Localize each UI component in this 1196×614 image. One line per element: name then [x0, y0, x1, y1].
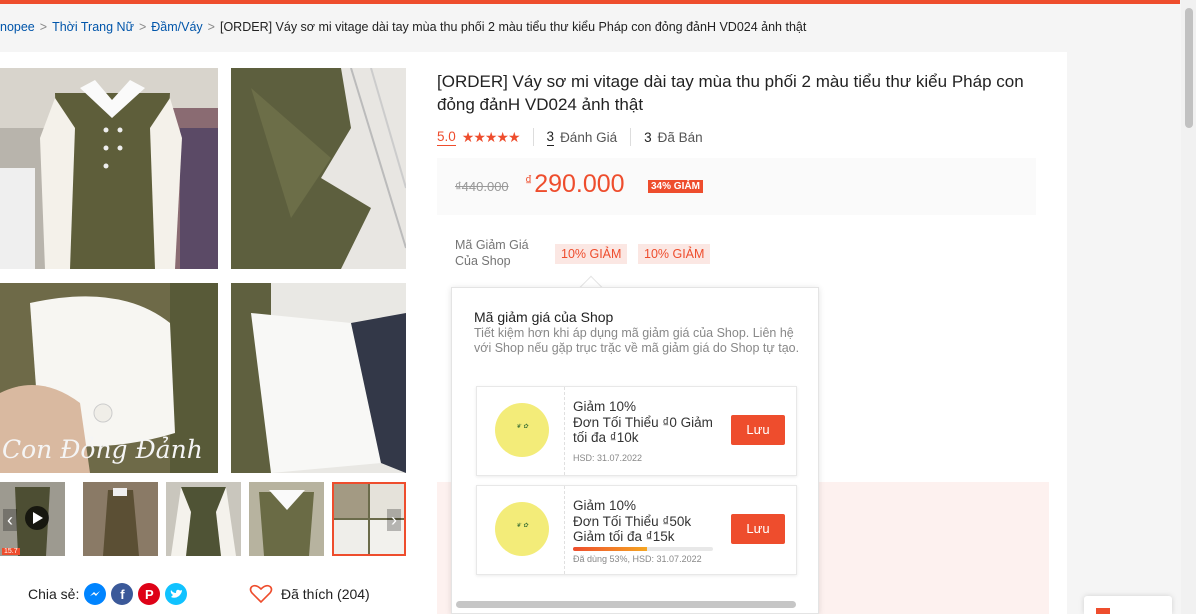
shop-voucher-label: Mã Giảm Giá Của Shop [455, 238, 529, 268]
star-rating-icon: ★★★★★ [461, 128, 521, 145]
watermark-text: Con Đỏng Đảnh [2, 435, 203, 464]
liked-count: Đã thích (204) [281, 586, 370, 602]
breadcrumb-link-home[interactable]: nopee [0, 20, 35, 34]
divider [532, 128, 534, 146]
voucher-expiry: Đã dùng 53%, HSD: 31.07.2022 [573, 554, 702, 564]
chevron-left-icon[interactable]: ‹ [3, 509, 17, 531]
product-photo-2[interactable] [231, 68, 406, 269]
page-scrollbar-thumb[interactable] [1185, 8, 1193, 128]
currency-symbol: ₫ [525, 172, 533, 188]
reviews-count[interactable]: 3 [546, 129, 555, 146]
breadcrumb-link-women-fashion[interactable]: Thời Trang Nữ [52, 20, 134, 34]
product-title: [ORDER] Váy sơ mi vitage dài tay mùa thu… [437, 72, 1024, 114]
share-row: Chia sẻ: f P [28, 583, 188, 605]
chevron-right-icon[interactable]: › [387, 509, 401, 531]
voucher-condition: Đơn Tối Thiểu ₫50k Giảm tối đa ₫15k [573, 514, 692, 544]
rating-score[interactable]: 5.0 [437, 129, 456, 146]
save-voucher-button[interactable]: Lưu [731, 415, 785, 445]
voucher-card-left: ❦ ✿ [477, 387, 565, 475]
twitter-icon[interactable] [165, 583, 188, 605]
top-accent-bar [0, 0, 1180, 4]
reviews-label: Đánh Giá [560, 129, 618, 145]
save-voucher-button[interactable]: Lưu [731, 514, 785, 544]
sale-price-value: 290.000 [534, 170, 625, 198]
breadcrumb: nopee > Thời Trang Nữ > Đầm/Váy > [ORDER] Váy … [0, 20, 806, 38]
voucher-tag-1[interactable]: 10% GIẢM [555, 244, 628, 264]
sold-count: 3 [644, 129, 652, 145]
voucher-usage-bar [573, 547, 713, 551]
voucher-usage-fill [573, 547, 648, 551]
popup-title: Mã giảm giá của Shop [474, 309, 614, 325]
original-price: ₫440.000 [455, 179, 509, 194]
like-button[interactable]: Đã thích (204) [249, 584, 370, 604]
pinterest-icon[interactable]: P [138, 583, 161, 605]
sale-price: ₫290.000 [525, 170, 625, 199]
product-thumb-3[interactable] [166, 482, 241, 556]
breadcrumb-separator: > [207, 20, 215, 34]
breadcrumb-separator: > [39, 20, 48, 34]
voucher-title: Giảm 10% [573, 498, 637, 513]
voucher-condition: Đơn Tối Thiểu ₫0 Giảm tối đa ₫10k [573, 415, 713, 445]
product-thumb-2[interactable] [83, 482, 158, 556]
thumb-badge: 15.7 [2, 548, 20, 555]
voucher-title: Giảm 10% [573, 399, 637, 414]
shop-logo: ❦ ✿ [495, 403, 549, 457]
popup-description: Tiết kiệm hơn khi áp dụng mã giảm giá củ… [474, 326, 800, 355]
heart-icon [249, 584, 273, 604]
price-box: ₫440.000 ₫290.000 34% GIẢM [437, 158, 1036, 215]
voucher-expiry: HSD: 31.07.2022 [573, 453, 643, 463]
voucher-card: ❦ ✿ Giảm 10% Đơn Tối Thiểu ₫0 Giảm tối đ… [476, 386, 797, 476]
share-label: Chia sẻ: [28, 586, 80, 602]
shop-voucher-popup: Mã giảm giá của Shop Tiết kiệm hơn khi á… [451, 287, 819, 614]
product-photo-4[interactable] [231, 283, 406, 473]
breadcrumb-current: [ORDER] Váy sơ mi vitage dài tay mùa thu… [219, 20, 807, 34]
messenger-icon[interactable] [84, 583, 107, 605]
breadcrumb-separator: > [138, 20, 147, 34]
chat-icon [1096, 608, 1110, 614]
product-photo-3[interactable]: Con Đỏng Đảnh [0, 283, 218, 473]
voucher-tag-2[interactable]: 10% GIẢM [638, 244, 711, 264]
shop-logo: ❦ ✿ [495, 502, 549, 556]
voucher-card: ❦ ✿ Giảm 10% Đơn Tối Thiểu ₫50k Giảm tối… [476, 485, 797, 575]
facebook-icon[interactable]: f [111, 583, 134, 605]
popup-horizontal-scrollbar[interactable] [456, 601, 796, 608]
discount-badge: 34% GIẢM [648, 180, 703, 193]
product-photo-1[interactable] [0, 68, 218, 269]
product-thumb-4[interactable] [249, 482, 324, 556]
breadcrumb-link-dresses[interactable]: Đầm/Váy [151, 20, 202, 34]
chat-button[interactable] [1084, 596, 1172, 614]
rating-row: 5.0 ★★★★★ 3 Đánh Giá 3 Đã Bán [437, 127, 703, 147]
divider [630, 128, 632, 146]
voucher-card-left: ❦ ✿ [477, 486, 565, 574]
sold-label: Đã Bán [657, 129, 703, 145]
